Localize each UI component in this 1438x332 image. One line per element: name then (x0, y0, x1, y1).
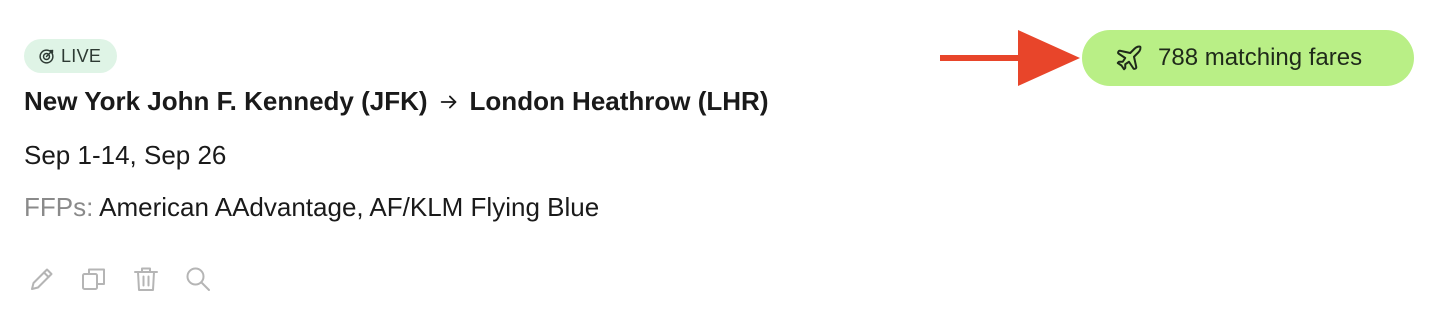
ffps-label: FFPs: (24, 192, 94, 222)
copy-icon (82, 268, 105, 290)
trash-icon (134, 267, 158, 291)
delete-button[interactable] (130, 262, 162, 296)
matching-fares-button[interactable]: 788 matching fares (1082, 30, 1414, 86)
live-status-badge: LIVE (24, 39, 118, 73)
route-origin: New York John F. Kennedy (JFK) (24, 86, 428, 116)
ffps-row: FFPs: American AAdvantage, AF/KLM Flying… (24, 192, 599, 223)
red-arrow-icon (940, 30, 1080, 86)
search-icon (186, 267, 210, 291)
pencil-icon (31, 268, 53, 290)
target-icon (39, 48, 54, 64)
arrow-right-icon (440, 95, 456, 108)
matching-fares-label: 788 matching fares (1158, 44, 1363, 71)
travel-dates: Sep 1-14, Sep 26 (24, 140, 227, 170)
ffps-value: American AAdvantage, AF/KLM Flying Blue (99, 192, 600, 222)
route-title: New York John F. Kennedy (JFK) London He… (24, 86, 769, 117)
plane-icon (1116, 45, 1142, 71)
route-destination: London Heathrow (LHR) (469, 86, 769, 116)
live-status-label: LIVE (61, 45, 102, 66)
duplicate-button[interactable] (78, 262, 110, 296)
action-toolbar (26, 262, 214, 296)
alert-card: LIVE New York John F. Kennedy (JFK) Lond… (0, 0, 1438, 332)
search-button[interactable] (182, 262, 214, 296)
edit-button[interactable] (26, 262, 58, 296)
